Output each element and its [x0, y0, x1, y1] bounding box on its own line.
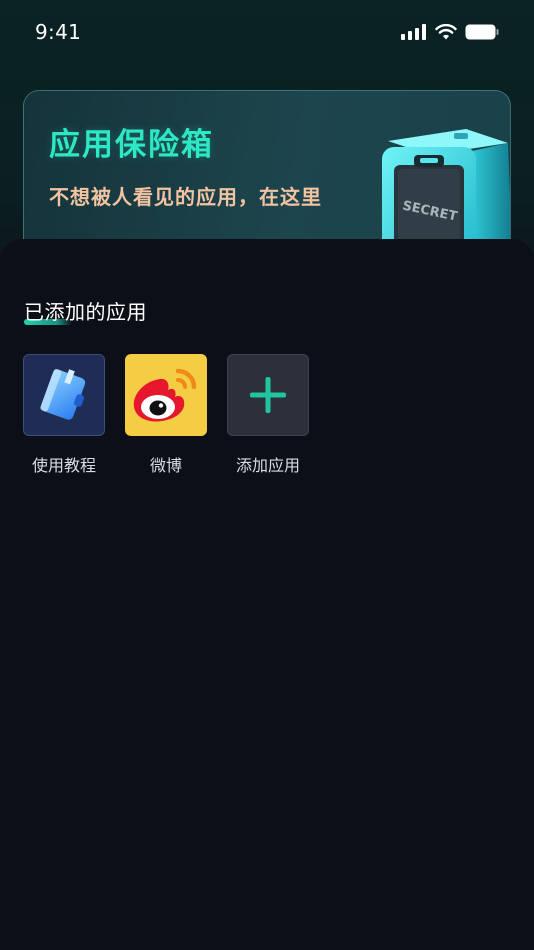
app-label-weibo: 微博 — [149, 456, 182, 475]
signal-icon — [401, 24, 426, 40]
app-item-add[interactable]: 添加应用 — [227, 354, 309, 476]
status-bar: 9:41 — [0, 0, 534, 64]
app-label-add: 添加应用 — [235, 456, 300, 475]
status-time: 9:41 — [35, 20, 82, 44]
vault-screen: 9:41 应用保险箱 不想被人看见的应用，在这里 SECRET 已添加的应用 使… — [0, 0, 534, 950]
wifi-icon — [435, 24, 457, 40]
app-label-tutorial: 使用教程 — [31, 456, 96, 475]
tutorial-book-icon — [40, 369, 86, 420]
plus-icon — [250, 377, 286, 413]
banner-title: 应用保险箱 — [49, 127, 214, 163]
app-tile-weibo[interactable] — [125, 354, 207, 436]
weibo-icon — [133, 368, 197, 422]
app-item-weibo[interactable]: 微博 — [125, 354, 207, 476]
section-title: 已添加的应用 — [24, 300, 147, 324]
banner-subtitle: 不想被人看见的应用，在这里 — [49, 185, 322, 209]
add-app-button[interactable] — [227, 354, 309, 436]
app-tile-tutorial[interactable] — [23, 354, 105, 436]
app-item-tutorial[interactable]: 使用教程 — [23, 354, 105, 476]
battery-icon — [465, 24, 499, 40]
apps-sheet: 已添加的应用 使用教程 微博 添加应用 — [0, 239, 534, 950]
app-grid: 使用教程 微博 添加应用 — [23, 354, 309, 476]
status-icons — [401, 22, 499, 42]
